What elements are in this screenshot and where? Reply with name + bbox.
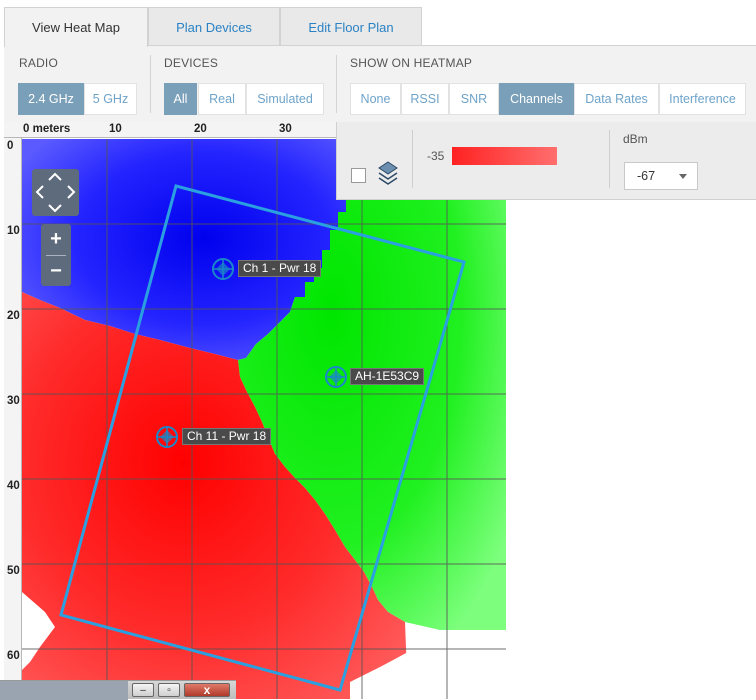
show-none-button[interactable]: None (350, 83, 401, 115)
layers-icon[interactable] (377, 160, 399, 188)
chevron-down-icon (679, 174, 687, 179)
ruler-tick: 0 (7, 140, 14, 152)
tab-bar: View Heat Map Plan Devices Edit Floor Pl… (0, 0, 756, 47)
show-on-heatmap-label: SHOW ON HEATMAP (350, 56, 473, 70)
zoom-out-icon[interactable]: − (41, 256, 71, 286)
ruler-tick: 20 (7, 310, 20, 322)
devices-group-label: DEVICES (164, 56, 219, 70)
legend-min-value: -35 (427, 149, 445, 163)
devices-simulated-button[interactable]: Simulated (246, 83, 324, 115)
tab-edit-floor-plan[interactable]: Edit Floor Plan (280, 7, 422, 46)
radio-5ghz-button[interactable]: 5 GHz (84, 83, 137, 115)
device-label-ch11[interactable]: Ch 11 - Pwr 18 (182, 428, 272, 445)
close-button[interactable]: x (184, 683, 230, 697)
divider (336, 55, 337, 113)
device-label-ah-1e53c9[interactable]: AH-1E53C9 (350, 368, 425, 385)
show-channels-button[interactable]: Channels (499, 83, 574, 115)
tab-plan-devices[interactable]: Plan Devices (148, 7, 280, 46)
show-snr-button[interactable]: SNR (449, 83, 499, 115)
tab-view-heat-map[interactable]: View Heat Map (4, 7, 148, 47)
ruler-tick: 50 (7, 565, 20, 577)
ruler-tick: 40 (7, 480, 20, 492)
ruler-tick: 30 (7, 395, 20, 407)
radio-2-4ghz-button[interactable]: 2.4 GHz (18, 83, 84, 115)
threshold-value: -67 (637, 169, 656, 183)
ruler-tick: 10 (7, 225, 20, 237)
devices-real-button[interactable]: Real (198, 83, 246, 115)
heatmap-canvas[interactable] (0, 122, 756, 699)
ruler-tick: 0 meters (23, 123, 71, 135)
show-interference-button[interactable]: Interference (659, 83, 746, 115)
divider (609, 130, 610, 188)
ruler-tick: 30 (279, 123, 292, 135)
ruler-tick: 10 (109, 123, 122, 135)
show-data-rates-button[interactable]: Data Rates (574, 83, 659, 115)
ruler-tick: 60 (7, 650, 20, 662)
access-point-icon[interactable] (154, 424, 180, 450)
signal-gradient-bar (452, 147, 557, 165)
tab-label: Edit Floor Plan (308, 19, 394, 35)
heatmap-legend: -35 dBm -67 (336, 122, 756, 200)
show-rssi-button[interactable]: RSSI (401, 83, 449, 115)
window-title-area (0, 681, 128, 700)
channel-coverage (22, 139, 506, 699)
zoom-control: + − (41, 224, 71, 286)
pan-control[interactable] (32, 169, 79, 216)
restore-button[interactable]: ▫ (158, 683, 180, 697)
unit-label: dBm (623, 132, 648, 146)
ruler-tick: 20 (194, 123, 207, 135)
pan-arrows-icon (35, 172, 76, 213)
radio-group-label: RADIO (19, 56, 59, 70)
device-label-ch1[interactable]: Ch 1 - Pwr 18 (238, 260, 322, 277)
threshold-select[interactable]: -67 (624, 162, 698, 190)
zoom-in-icon[interactable]: + (41, 224, 71, 254)
tab-label: View Heat Map (32, 20, 120, 35)
layer-checkbox[interactable] (351, 168, 366, 183)
ruler-vertical: 0 10 20 30 40 50 60 (4, 138, 22, 699)
heatmap-view[interactable]: 0 meters 10 20 30 0 10 20 30 40 50 60 + … (0, 122, 756, 699)
minimize-button[interactable]: – (132, 683, 154, 697)
devices-all-button[interactable]: All (164, 83, 197, 115)
tab-label: Plan Devices (176, 19, 252, 35)
divider (412, 130, 413, 188)
heatmap-controls: RADIO 2.4 GHz 5 GHz DEVICES All Real Sim… (4, 45, 756, 122)
divider (150, 55, 151, 113)
access-point-icon[interactable] (210, 256, 236, 282)
minimized-window-bar[interactable]: – ▫ x (0, 680, 236, 700)
access-point-icon[interactable] (323, 364, 349, 390)
